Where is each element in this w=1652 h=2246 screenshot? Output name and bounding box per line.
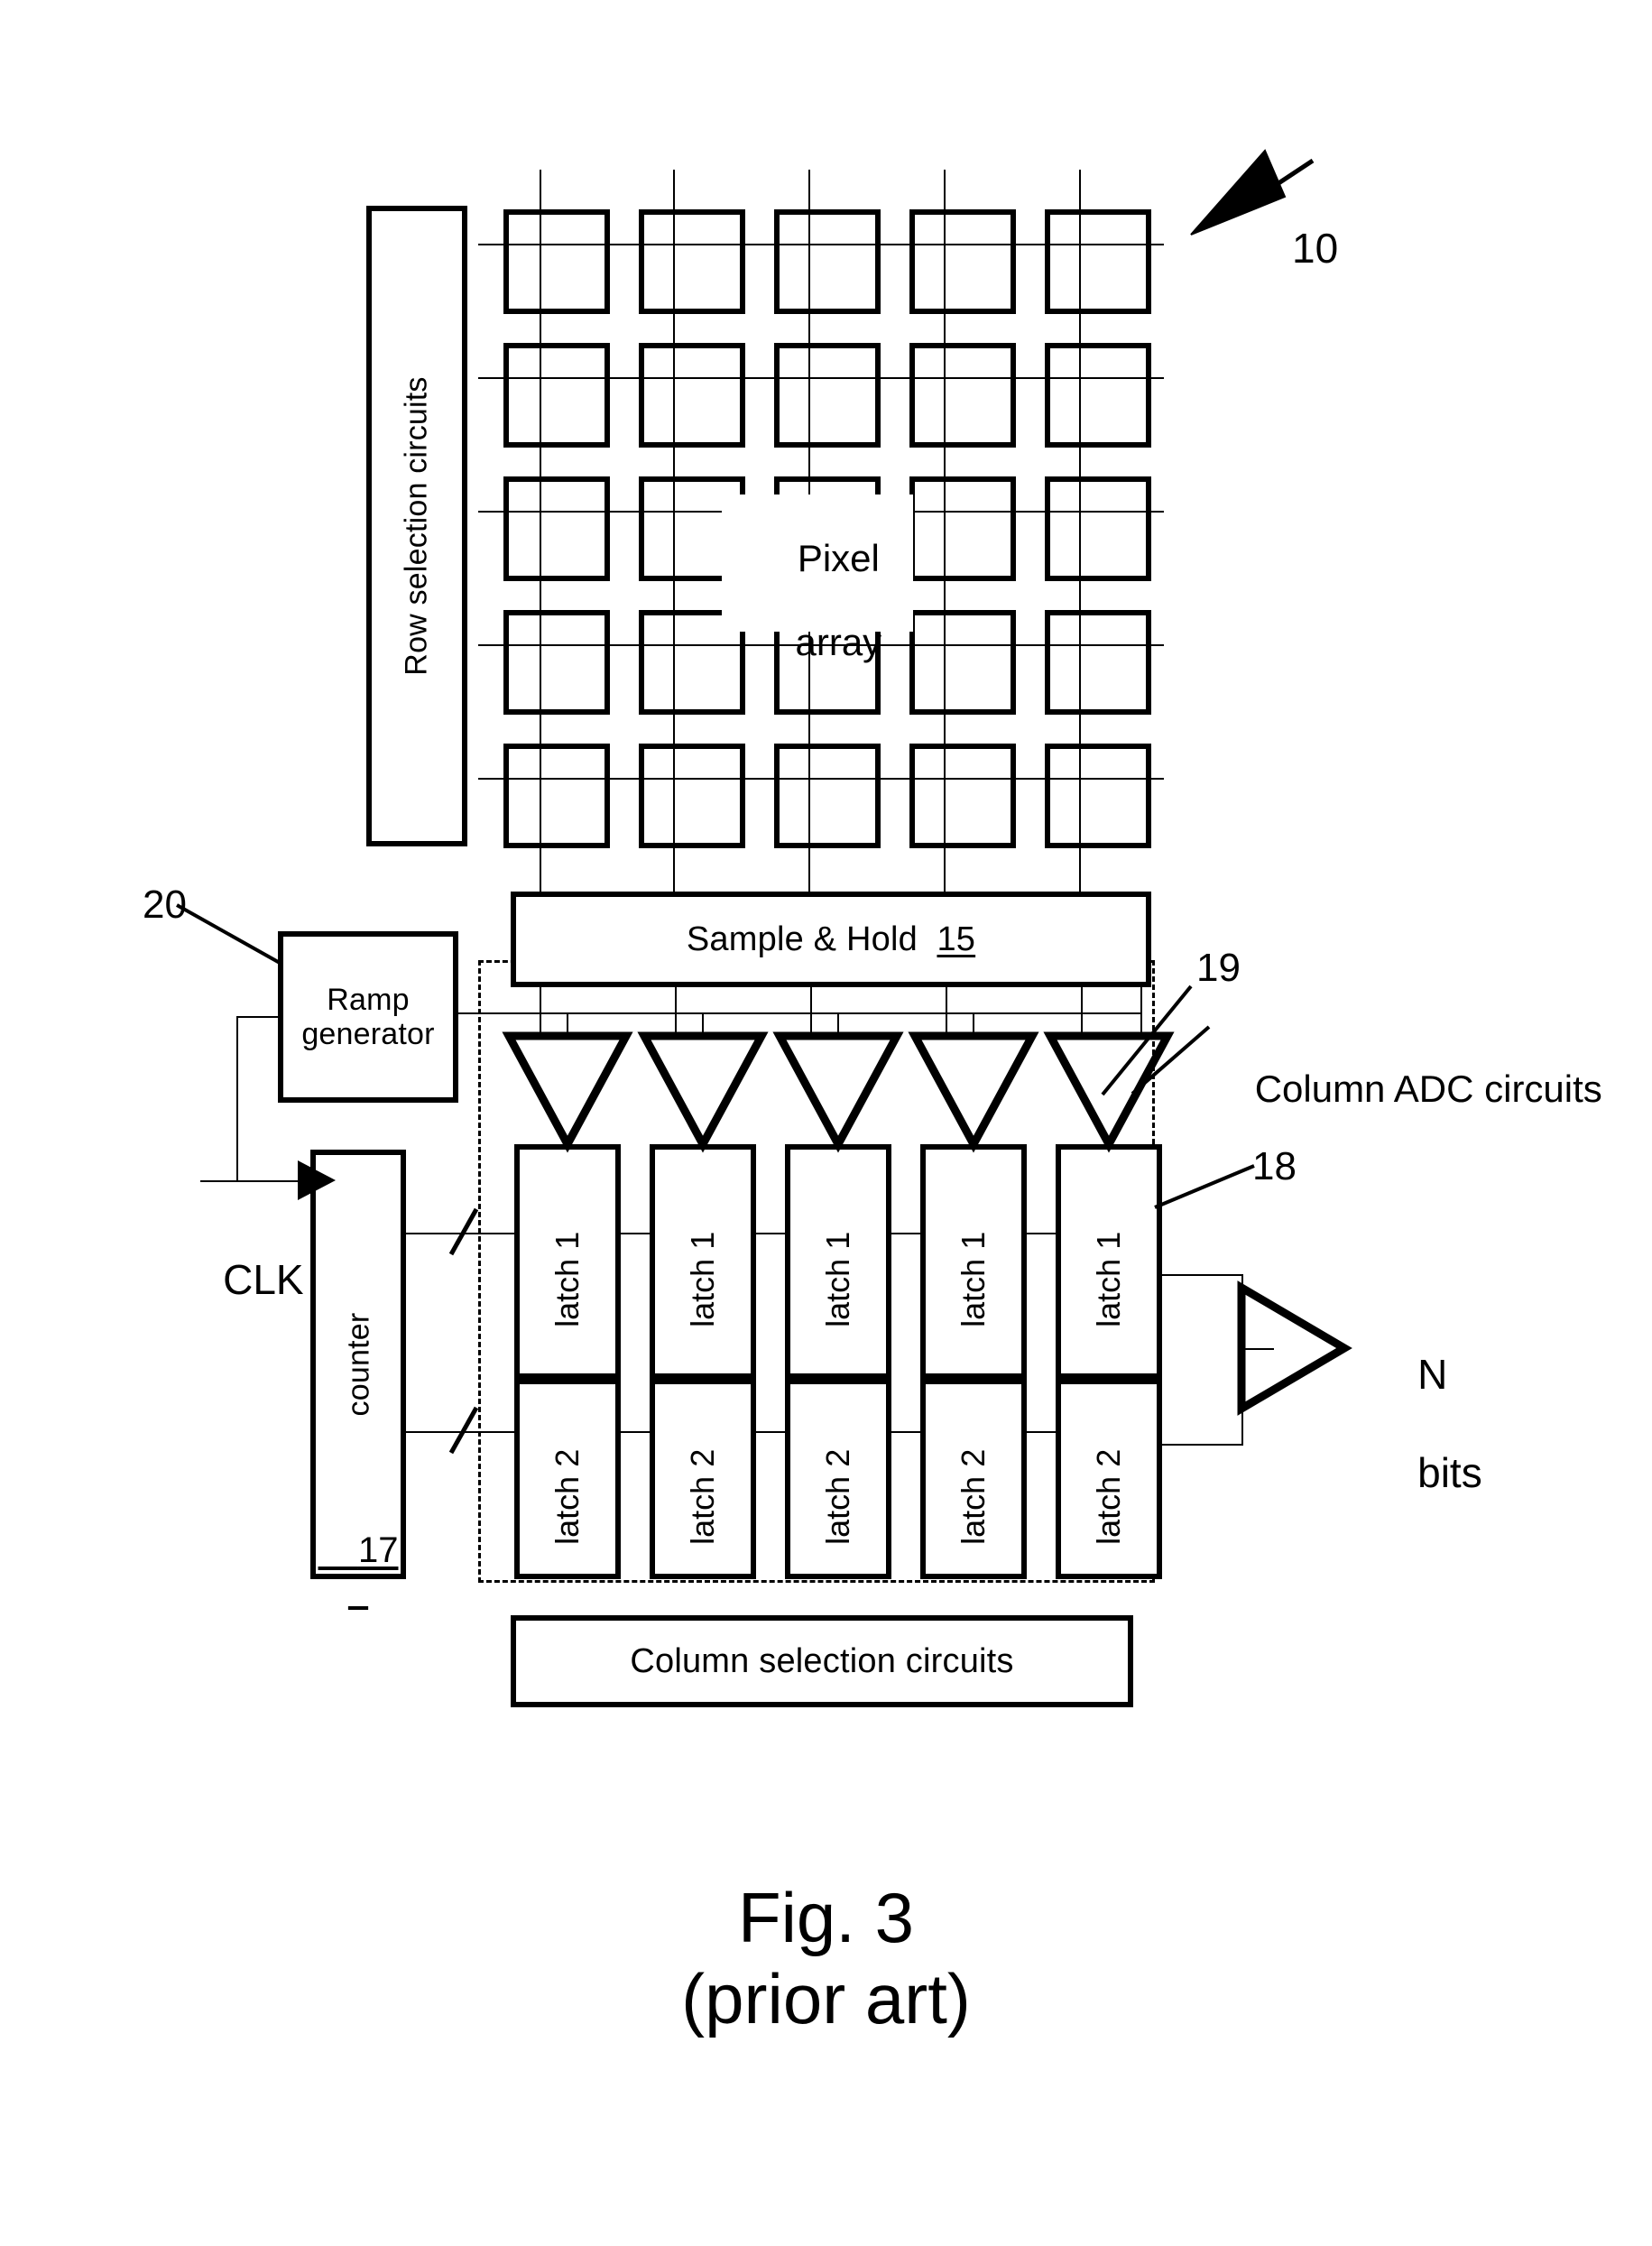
pixel-cell <box>503 476 610 581</box>
bus-slash-lower <box>448 1406 479 1455</box>
pixel-cell <box>909 744 1016 848</box>
latch2-label: latch 2 <box>1090 1448 1128 1545</box>
latch1-label: latch 1 <box>684 1231 722 1327</box>
figure-caption-line2: (prior art) <box>681 1959 971 2039</box>
latch2-label: latch 2 <box>819 1448 857 1545</box>
bus-slash-upper <box>448 1207 479 1256</box>
row-selection-circuits-block[interactable]: Row selection circuits <box>366 206 467 846</box>
pixel-cell <box>1045 209 1151 314</box>
pixel-cell <box>1045 476 1151 581</box>
sample-hold-label: Sample & Hold <box>686 920 918 958</box>
pixel-array-label: Pixel array <box>727 496 908 705</box>
latch2-label: latch 2 <box>684 1448 722 1545</box>
pixel-cell <box>909 476 1016 581</box>
latch2-label: latch 2 <box>549 1448 586 1545</box>
pixel-cell <box>774 744 881 848</box>
latch1-label: latch 1 <box>549 1231 586 1327</box>
sample-hold-block[interactable]: Sample & Hold 15 <box>511 892 1151 987</box>
pixel-cell <box>639 343 745 448</box>
pixel-to-sh-drop <box>808 848 810 893</box>
pixel-cell <box>909 209 1016 314</box>
ramp-clk-input <box>236 1016 280 1018</box>
output-bus-to-amp <box>1241 1348 1274 1350</box>
figure-caption-line1: Fig. 3 <box>737 1878 915 1957</box>
latch1-label: latch 1 <box>819 1231 857 1327</box>
counter-ref: 17 <box>357 1530 399 1570</box>
ramp-generator-label-line1: Ramp <box>327 982 410 1017</box>
pixel-array-label-line1: Pixel <box>797 537 880 580</box>
reference-20: 20 <box>143 883 187 927</box>
ramp-generator-block[interactable]: Ramp generator <box>278 931 458 1103</box>
pixel-cell <box>1045 610 1151 715</box>
row-selection-circuits-label: Row selection circuits <box>399 376 434 676</box>
latch1-label: latch 1 <box>1090 1231 1128 1327</box>
pixel-cell <box>909 610 1016 715</box>
clk-wire <box>200 1180 301 1182</box>
figure-canvas: Pixel array Row selection circuits Sampl… <box>0 0 1652 2246</box>
n-bits-line1: N <box>1417 1351 1448 1399</box>
counter-label: counter <box>340 1312 375 1417</box>
figure-caption: Fig. 3 (prior art) <box>0 1877 1652 2040</box>
pixel-cell <box>774 209 881 314</box>
pixel-to-sh-drop <box>673 848 675 893</box>
reference-10-arrowhead <box>1190 149 1287 236</box>
pixel-cell <box>909 343 1016 448</box>
reference-18: 18 <box>1252 1144 1297 1188</box>
ramp-generator-label-line2: generator <box>301 1017 435 1051</box>
pixel-cell <box>503 744 610 848</box>
latch1-label: latch 1 <box>955 1231 992 1327</box>
column-selection-circuits-block[interactable]: Column selection circuits <box>511 1615 1133 1707</box>
latch2-output-tap <box>1160 1444 1243 1446</box>
pixel-to-sh-drop <box>944 848 946 893</box>
pixel-to-sh-drop <box>1079 848 1081 893</box>
pixel-cell <box>503 343 610 448</box>
reference-10-leader <box>1260 158 1315 197</box>
latch1-output-tap <box>1160 1274 1243 1276</box>
clk-branch-to-ramp <box>236 1016 238 1182</box>
latch2-label: latch 2 <box>955 1448 992 1545</box>
n-bits-label: N bits <box>1371 1301 1482 1546</box>
column-adc-circuits-label: Column ADC circuits <box>1254 1068 1602 1111</box>
reference-10: 10 <box>1292 225 1339 272</box>
sample-hold-ref: 15 <box>937 920 976 958</box>
pixel-cell <box>639 744 745 848</box>
pixel-to-sh-drop <box>540 848 541 893</box>
clk-label: CLK <box>223 1255 304 1303</box>
output-bus-vertical <box>1241 1274 1243 1446</box>
pixel-array-label-line2: array <box>795 620 882 663</box>
reference-18-leader <box>1154 1164 1255 1209</box>
column-selection-circuits-label: Column selection circuits <box>630 1641 1014 1680</box>
pixel-cell <box>503 209 610 314</box>
n-bits-line2: bits <box>1417 1448 1482 1496</box>
pixel-cell <box>1045 343 1151 448</box>
pixel-cell <box>774 343 881 448</box>
pixel-cell <box>639 209 745 314</box>
pixel-cell <box>503 610 610 715</box>
pixel-cell <box>1045 744 1151 848</box>
reference-19: 19 <box>1196 946 1241 990</box>
reference-20-leader <box>176 903 281 965</box>
